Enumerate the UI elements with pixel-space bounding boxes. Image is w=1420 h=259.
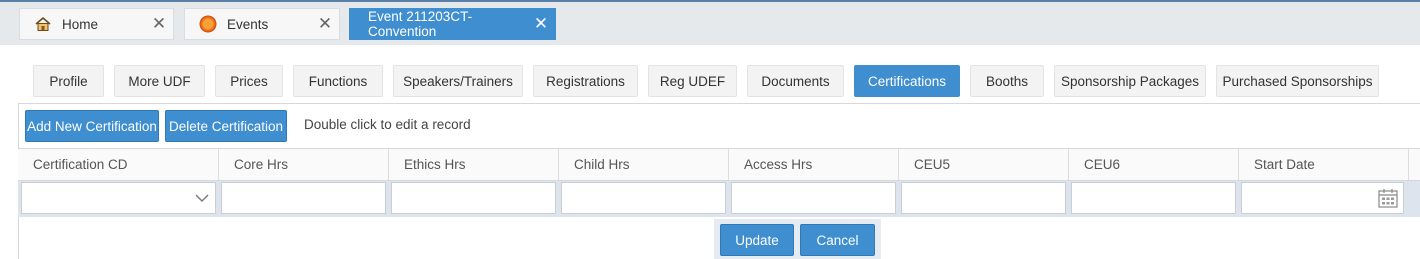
tab-speakers-trainers[interactable]: Speakers/Trainers [393,65,523,97]
tab-event-211203ct-convention[interactable]: Event 211203CT-Convention ✕ [349,8,556,40]
tab-label: More UDF [128,73,191,89]
certification-cd-dropdown[interactable] [21,182,216,214]
events-badge-icon [199,15,217,33]
tab-purchased-sponsorships[interactable]: Purchased Sponsorships [1216,65,1379,97]
tab-prices[interactable]: Prices [215,65,283,97]
grid-header-row: Certification CD Core Hrs Ethics Hrs Chi… [18,148,1420,181]
home-icon [34,15,52,33]
document-tab-bar: Home ✕ Events ✕ Event 211203CT-Conventio… [0,0,1420,45]
tab-label: Booths [985,73,1029,89]
core-hrs-input[interactable] [221,182,386,214]
cancel-button[interactable]: Cancel [800,224,875,256]
add-new-certification-button[interactable]: Add New Certification [25,110,159,142]
tab-label: Documents [761,73,830,89]
update-button[interactable]: Update [720,224,794,256]
tab-label: Speakers/Trainers [403,73,513,89]
tab-label: Prices [230,73,268,89]
column-header-access-hrs[interactable]: Access Hrs [729,149,899,180]
button-label: Add New Certification [27,118,157,134]
tab-label: Purchased Sponsorships [1222,73,1373,89]
close-icon[interactable]: ✕ [145,14,173,34]
tab-profile[interactable]: Profile [33,65,104,97]
edit-hint-text: Double click to edit a record [304,117,471,132]
tab-functions[interactable]: Functions [293,65,383,97]
tab-label: Functions [308,73,368,89]
tab-label: Certifications [867,73,947,89]
button-label: Delete Certification [168,118,284,134]
tab-sponsorship-packages[interactable]: Sponsorship Packages [1054,65,1206,97]
chevron-down-icon [195,194,209,202]
column-header-certification-cd[interactable]: Certification CD [18,149,219,180]
tab-reg-udef[interactable]: Reg UDEF [648,65,737,97]
tab-events[interactable]: Events ✕ [184,8,340,40]
button-label: Cancel [816,232,859,248]
access-hrs-input[interactable] [731,182,896,214]
tab-event-label: Event 211203CT-Convention [368,9,473,39]
tab-certifications[interactable]: Certifications [854,65,960,97]
column-header-start-date[interactable]: Start Date [1239,149,1409,180]
tab-label: Reg UDEF [659,73,726,89]
tab-label: Profile [49,73,88,89]
start-date-input[interactable] [1241,182,1404,214]
tab-registrations[interactable]: Registrations [533,65,638,97]
ceu6-input[interactable] [1071,182,1236,214]
child-hrs-input[interactable] [561,182,726,214]
delete-certification-button[interactable]: Delete Certification [165,110,287,142]
tab-label: Registrations [546,73,625,89]
grid-edit-row [18,181,1420,217]
tab-documents[interactable]: Documents [747,65,844,97]
tab-home-label: Home [62,16,99,32]
ethics-hrs-input[interactable] [391,182,556,214]
ceu5-input[interactable] [901,182,1066,214]
column-header-core-hrs[interactable]: Core Hrs [219,149,389,180]
tab-label: Sponsorship Packages [1060,73,1200,89]
close-icon[interactable]: ✕ [311,14,339,34]
column-header-ceu6[interactable]: CEU6 [1069,149,1239,180]
column-header-ceu5[interactable]: CEU5 [899,149,1069,180]
calendar-icon[interactable] [1377,187,1399,209]
tab-more-udf[interactable]: More UDF [114,65,205,97]
tab-events-label: Events [227,16,269,32]
button-label: Update [735,232,779,248]
close-icon[interactable]: ✕ [527,14,555,34]
column-header-ethics-hrs[interactable]: Ethics Hrs [389,149,559,180]
tab-home[interactable]: Home ✕ [19,8,174,40]
column-header-child-hrs[interactable]: Child Hrs [559,149,729,180]
tab-booths[interactable]: Booths [970,65,1044,97]
